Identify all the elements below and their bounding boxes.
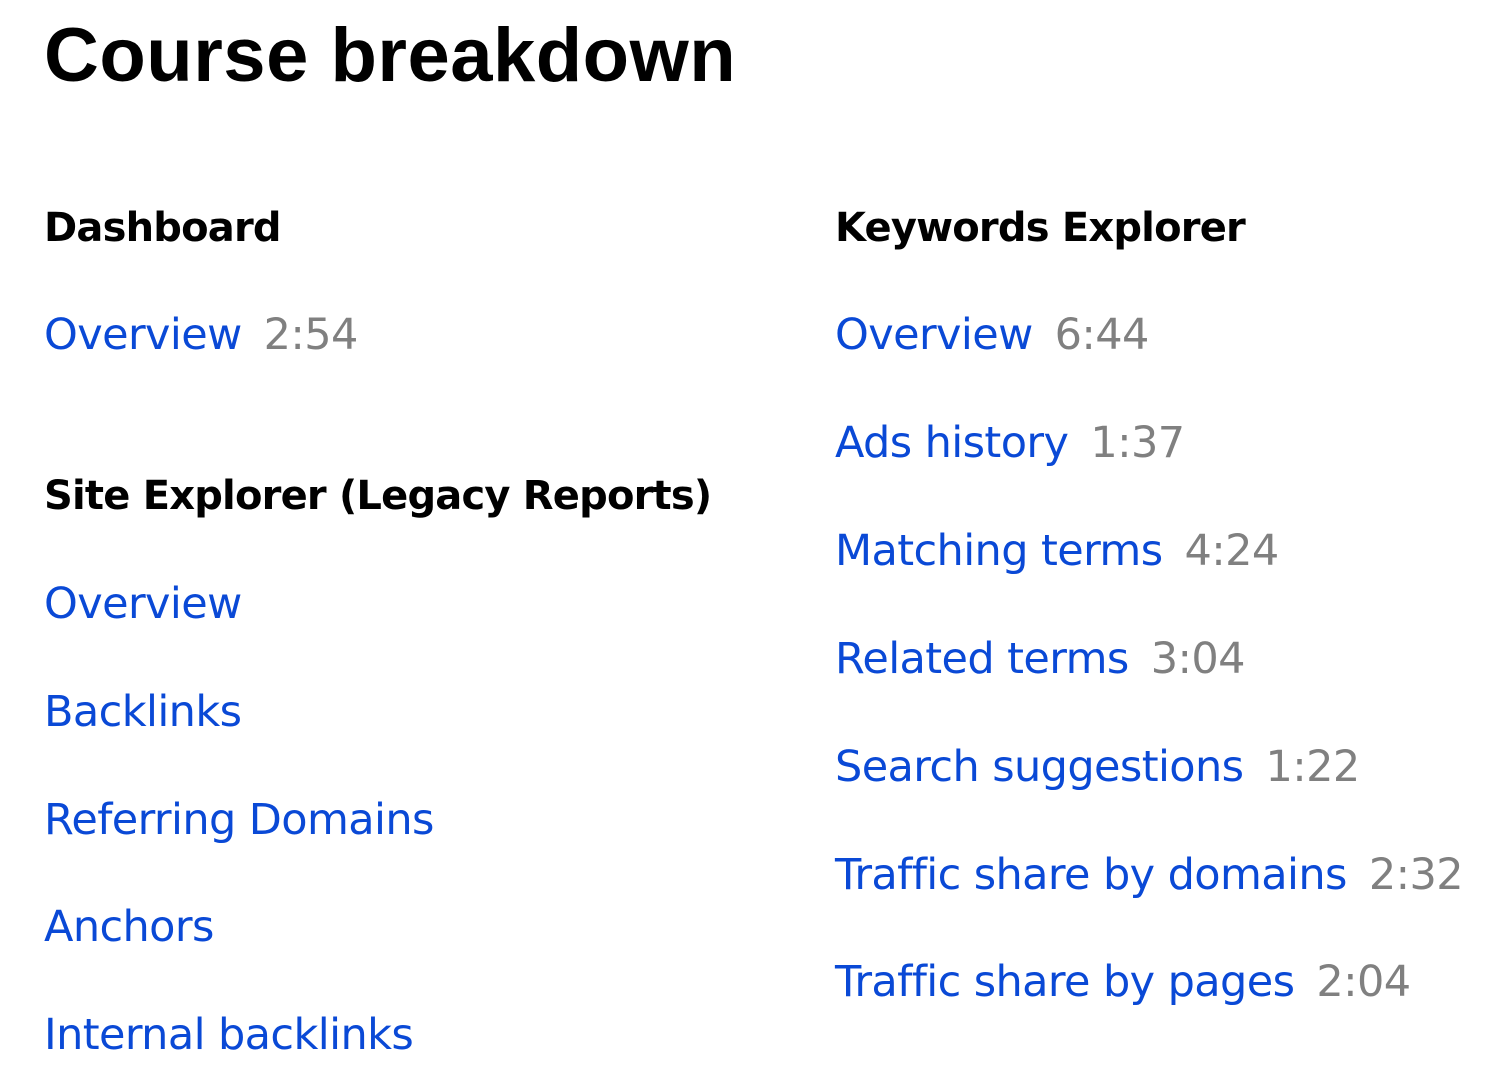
lesson-link-matching-terms[interactable]: Matching terms [835, 526, 1163, 576]
section-heading-keywords-explorer: Keywords Explorer [835, 205, 1246, 251]
lesson-item: Traffic share by pages 2:04 [835, 956, 1411, 1008]
lesson-item: Overview 6:44 [835, 309, 1149, 361]
section-heading-site-explorer: Site Explorer (Legacy Reports) [44, 473, 712, 519]
lesson-item: Overview [44, 578, 242, 630]
lesson-link-referring-domains[interactable]: Referring Domains [44, 795, 434, 845]
lesson-link-keywords-overview[interactable]: Overview [835, 310, 1033, 360]
lesson-item: Internal backlinks [44, 1009, 414, 1061]
lesson-item: Referring Domains [44, 794, 434, 846]
lesson-duration: 4:24 [1184, 526, 1280, 576]
lesson-duration: 2:04 [1316, 957, 1411, 1007]
lesson-item: Backlinks [44, 686, 242, 738]
lesson-link-internal-backlinks[interactable]: Internal backlinks [44, 1010, 414, 1060]
lesson-duration: 6:44 [1054, 310, 1150, 360]
lesson-duration: 2:54 [263, 310, 359, 360]
lesson-item: Ads history 1:37 [835, 417, 1185, 469]
lesson-duration: 1:37 [1090, 418, 1185, 468]
lesson-link-related-terms[interactable]: Related terms [835, 634, 1129, 684]
lesson-item: Traffic share by domains 2:32 [835, 849, 1464, 901]
lesson-duration: 1:22 [1265, 742, 1360, 792]
lesson-link-ads-history[interactable]: Ads history [835, 418, 1069, 468]
lesson-link-site-explorer-overview[interactable]: Overview [44, 579, 242, 629]
lesson-link-traffic-share-by-pages[interactable]: Traffic share by pages [835, 957, 1295, 1007]
lesson-link-traffic-share-by-domains[interactable]: Traffic share by domains [835, 850, 1347, 900]
lesson-item: Related terms 3:04 [835, 633, 1245, 685]
lesson-link-search-suggestions[interactable]: Search suggestions [835, 742, 1244, 792]
lesson-link-anchors[interactable]: Anchors [44, 902, 214, 952]
lesson-duration: 2:32 [1368, 850, 1464, 900]
page-title: Course breakdown [44, 13, 737, 98]
lesson-item: Search suggestions 1:22 [835, 741, 1360, 793]
section-heading-dashboard: Dashboard [44, 205, 282, 251]
lesson-item: Matching terms 4:24 [835, 525, 1279, 577]
lesson-link-dashboard-overview[interactable]: Overview [44, 310, 242, 360]
lesson-duration: 3:04 [1150, 634, 1246, 684]
lesson-link-backlinks[interactable]: Backlinks [44, 687, 242, 737]
lesson-item: Overview 2:54 [44, 309, 358, 361]
lesson-item: Anchors [44, 901, 214, 953]
